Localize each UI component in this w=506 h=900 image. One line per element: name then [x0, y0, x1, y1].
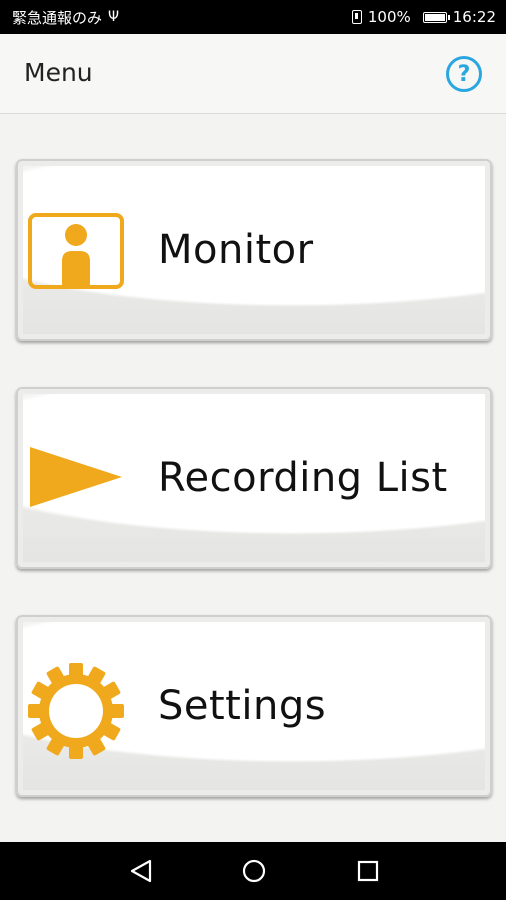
recording-list-label: Recording List	[158, 455, 448, 501]
help-icon: ?	[457, 61, 471, 87]
clock: 16:22	[452, 8, 496, 26]
page-title: Menu	[24, 58, 93, 87]
monitor-label: Monitor	[158, 227, 314, 273]
gear-icon	[28, 663, 124, 759]
home-icon[interactable]	[241, 858, 267, 884]
monitor-icon	[28, 213, 124, 289]
carrier-status-text: 緊急通報のみ	[12, 8, 103, 27]
menu-content: Monitor Recording List Settings	[0, 114, 506, 842]
status-bar-right: 100% 16:22	[351, 8, 496, 26]
status-bar-left: 緊急通報のみ Ψ	[12, 7, 119, 28]
recording-list-button[interactable]: Recording List	[16, 387, 492, 569]
battery-icon	[422, 11, 450, 23]
sim-card-icon	[351, 10, 362, 24]
battery-percent: 100%	[367, 8, 411, 26]
settings-label: Settings	[158, 683, 327, 729]
status-bar: 緊急通報のみ Ψ 100% 16:22	[0, 0, 506, 34]
system-nav-bar	[0, 842, 506, 900]
play-icon	[30, 447, 122, 507]
monitor-button[interactable]: Monitor	[16, 159, 492, 341]
usb-icon: Ψ	[108, 9, 120, 25]
app-header: Menu ?	[0, 34, 506, 114]
help-button[interactable]: ?	[446, 56, 482, 92]
back-icon[interactable]	[128, 858, 154, 884]
settings-button[interactable]: Settings	[16, 615, 492, 797]
recent-apps-icon[interactable]	[355, 858, 381, 884]
